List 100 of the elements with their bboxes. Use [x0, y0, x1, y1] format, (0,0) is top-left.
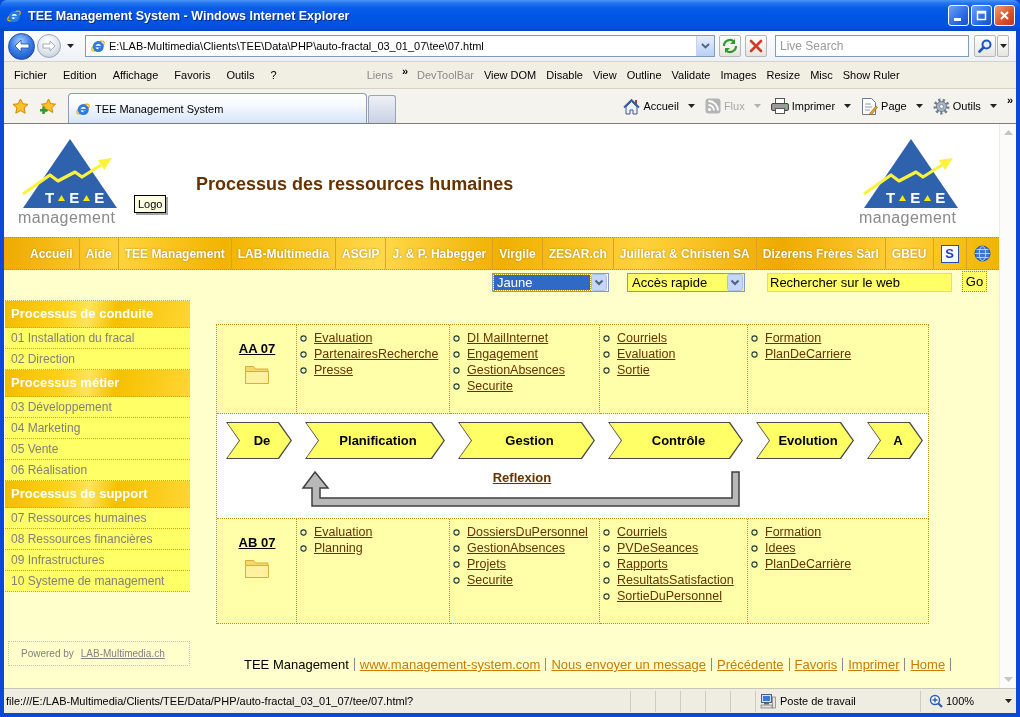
list-link[interactable]: Courriels — [617, 525, 667, 539]
globe-icon[interactable] — [973, 245, 991, 262]
toolbar-button[interactable]: Outline — [621, 69, 667, 81]
stop-button[interactable] — [745, 35, 767, 57]
chevron-down-icon — [701, 43, 710, 49]
menu-item[interactable]: ? — [262, 69, 285, 81]
powered-by-link[interactable]: LAB-Multimedia.ch — [80, 648, 165, 659]
list-link[interactable]: Formation — [765, 525, 822, 539]
logo-letter: E — [935, 189, 946, 206]
refresh-button[interactable] — [719, 35, 741, 57]
toolbar-button[interactable]: View DOM — [478, 69, 542, 81]
sidebar-item[interactable]: 06 Réalisation — [5, 460, 190, 481]
sidebar-item[interactable]: 09 Infrastructures — [5, 550, 190, 571]
back-button[interactable] — [8, 32, 35, 60]
group-code-link[interactable]: AA 07 — [238, 341, 276, 357]
sidebar-item[interactable]: 05 Vente — [5, 439, 190, 460]
menu-item[interactable]: Edition — [55, 69, 105, 81]
list-link[interactable]: Presse — [314, 363, 353, 377]
address-dropdown-button[interactable] — [696, 36, 714, 56]
zoom-button[interactable]: 100% — [920, 690, 1016, 712]
bullet-icon — [751, 560, 758, 568]
bullet-icon — [603, 366, 610, 374]
list-link[interactable]: Securite — [467, 379, 513, 393]
menu-item[interactable]: Fichier — [6, 69, 55, 81]
list-link[interactable]: Engagement — [467, 347, 538, 361]
search-options-button[interactable] — [997, 35, 1009, 57]
bullet-icon — [603, 592, 610, 600]
more-button[interactable]: » — [397, 65, 413, 77]
sidebar-item[interactable]: 10 Systeme de management — [5, 571, 190, 592]
sidebar-item[interactable]: 01 Installation du fracal — [5, 328, 190, 349]
list-link[interactable]: PlanDeCarrière — [765, 557, 852, 571]
menu-item[interactable]: Favoris — [166, 69, 219, 81]
maximize-button[interactable] — [971, 5, 992, 26]
web-search-field[interactable]: Rechercher sur le web — [767, 273, 952, 292]
bullet-icon — [751, 528, 758, 536]
feedback-link[interactable]: Reflexion — [492, 470, 552, 485]
list-link[interactable]: Evaluation — [314, 525, 373, 539]
sidebar-item[interactable]: 02 Direction — [5, 349, 190, 370]
list-link[interactable]: GestionAbsences — [467, 541, 565, 555]
list-link[interactable]: DossiersDuPersonnel — [467, 525, 588, 539]
toolbar-button[interactable]: Misc — [805, 69, 838, 81]
caret-icon — [753, 104, 761, 108]
toolbar-button[interactable]: Disable — [541, 69, 588, 81]
bullet-icon — [453, 382, 460, 390]
group-code-link[interactable]: AB 07 — [238, 535, 276, 551]
menu-item[interactable]: Affichage — [104, 69, 167, 81]
search-icon — [978, 39, 992, 53]
go-button[interactable]: Go — [962, 271, 987, 292]
sidebar-item[interactable]: 08 Ressources financières — [5, 529, 190, 550]
powered-by-label: Powered by — [21, 648, 74, 659]
toolbar-button[interactable]: Validate — [666, 69, 716, 81]
search-button[interactable] — [974, 35, 996, 57]
list-link[interactable]: Securite — [467, 573, 513, 587]
add-favorite-button[interactable] — [37, 96, 57, 116]
page-button[interactable]: Page — [859, 97, 925, 115]
list-link[interactable]: Planning — [314, 541, 363, 555]
tools-button[interactable]: Outils — [930, 97, 999, 115]
menu-item[interactable]: Outils — [218, 69, 263, 81]
list-link[interactable]: Rapports — [617, 557, 668, 571]
list-link[interactable]: Courriels — [617, 331, 667, 345]
feed-icon — [704, 98, 721, 114]
sidebar-item[interactable]: 03 Développement — [5, 397, 190, 418]
browser-logo-icon — [6, 7, 22, 24]
sidebar-item[interactable]: 04 Marketing — [5, 418, 190, 439]
minimize-button[interactable] — [948, 5, 969, 26]
color-select[interactable]: Jaune — [492, 273, 609, 292]
address-field[interactable]: E:\LAB-Multimedia\Clients\TEE\Data\PHP\auto-fractal_03_01_07\tee\07.html — [85, 35, 715, 57]
more-button[interactable]: » — [1006, 94, 1013, 106]
list-link[interactable]: PlanDeCarriere — [765, 347, 852, 361]
tooltip: Logo — [134, 195, 167, 213]
left-arrow-icon — [13, 39, 30, 53]
print-button[interactable]: Imprimer — [768, 98, 854, 114]
vertical-scrollbar[interactable] — [999, 124, 1016, 688]
toolbar-button[interactable]: Show Ruler — [837, 69, 905, 81]
triangle-icon — [58, 194, 66, 201]
list-link[interactable]: Formation — [765, 331, 822, 345]
list-link[interactable]: GestionAbsences — [467, 363, 565, 377]
bullet-icon — [453, 528, 460, 536]
tab[interactable]: TEE Management System — [68, 93, 367, 123]
s-button[interactable]: S — [940, 244, 959, 263]
logo-letter: E — [94, 189, 105, 206]
list-link[interactable]: Evaluation — [617, 347, 676, 361]
quick-access-select[interactable]: Accès rapide — [627, 273, 745, 292]
list-link[interactable]: DI MailInternet — [467, 331, 549, 345]
toolbar-button[interactable]: View — [588, 69, 622, 81]
list-link[interactable]: PVDeSeances — [617, 541, 699, 555]
toolbar-button[interactable]: Images — [715, 69, 762, 81]
search-field[interactable]: Live Search — [775, 35, 969, 57]
home-button[interactable]: Accueil — [621, 97, 697, 115]
toolbar-button[interactable]: Resize — [761, 69, 806, 81]
list-link[interactable]: Idees — [765, 541, 796, 555]
list-link[interactable]: Projets — [467, 557, 506, 571]
close-button[interactable] — [994, 5, 1015, 26]
list-link[interactable]: SortieDuPersonnel — [617, 589, 722, 603]
bullet-icon — [603, 544, 610, 552]
list-link[interactable]: PartenairesRecherche — [314, 347, 439, 361]
list-link[interactable]: Evaluation — [314, 331, 373, 345]
list-link[interactable]: Sortie — [617, 363, 650, 377]
sidebar-item[interactable]: 07 Ressources humaines — [5, 508, 190, 529]
list-link[interactable]: ResultatsSatisfaction — [617, 573, 734, 587]
